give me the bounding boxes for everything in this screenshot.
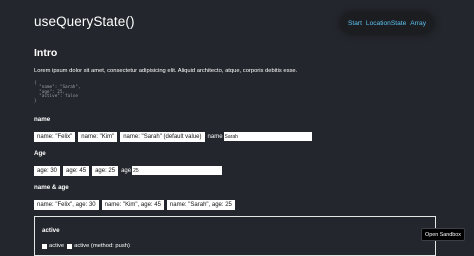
name-kim-button[interactable]: name: "Kim"	[78, 131, 118, 142]
name-sarah-button[interactable]: name: "Sarah" (default value)	[120, 131, 205, 142]
nav-link-start[interactable]: Start	[348, 20, 362, 27]
name-sarah-age-25-button[interactable]: name: "Sarah", age: 25	[166, 199, 235, 210]
name-controls: name: "Felix" name: "Kim" name: "Sarah" …	[34, 131, 312, 142]
age-25-button[interactable]: age: 25	[92, 165, 119, 176]
active-push-checkbox-label: active (method: push)	[74, 243, 130, 249]
state-json-output: { "name": "Sarah", "age": 25, "active": …	[34, 81, 81, 104]
name-felix-age-30-button[interactable]: name: "Felix", age: 30	[34, 199, 99, 210]
age-45-button[interactable]: age: 45	[63, 165, 90, 176]
name-section-label: name	[34, 116, 51, 123]
active-panel: active active active (method: push)	[34, 216, 436, 256]
name-age-section-label: name & age	[34, 184, 69, 191]
active-section-label: active	[42, 227, 60, 234]
name-felix-button[interactable]: name: "Felix"	[34, 131, 76, 142]
age-section-label: Age	[34, 150, 46, 157]
intro-paragraph: Lorem ipsum dolor sit amet, consectetur …	[34, 68, 298, 74]
age-input-label: age	[121, 167, 132, 174]
name-kim-age-45-button[interactable]: name: "Kim", age: 45	[101, 199, 164, 210]
age-controls: age: 30 age: 45 age: 25 age	[34, 165, 223, 176]
age-input[interactable]	[132, 166, 223, 175]
name-input[interactable]	[223, 132, 312, 141]
app-title: useQueryState()	[34, 14, 135, 29]
active-checkbox-label: active	[49, 243, 65, 249]
top-nav: Start LocationState Array	[341, 13, 433, 33]
state-line: }	[34, 98, 37, 104]
name-input-label: name	[207, 133, 223, 140]
nav-link-location-state[interactable]: LocationState	[366, 20, 406, 27]
intro-heading: Intro	[34, 47, 58, 59]
state-line: "active": false	[34, 94, 78, 100]
nav-link-array[interactable]: Array	[410, 20, 426, 27]
name-age-controls: name: "Felix", age: 30 name: "Kim", age:…	[34, 199, 235, 210]
open-sandbox-button[interactable]: Open Sandbox	[421, 228, 465, 241]
active-checkbox-row: active active (method: push)	[42, 243, 130, 249]
age-30-button[interactable]: age: 30	[34, 165, 61, 176]
